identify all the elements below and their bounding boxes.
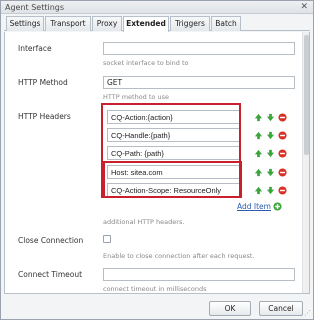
ok-button[interactable]: OK <box>209 301 251 316</box>
http-method-hint: HTTP method to use <box>103 93 169 101</box>
move-up-icon[interactable] <box>254 113 263 122</box>
add-icon[interactable] <box>273 202 282 211</box>
extended-panel: Interface socket interface to bind to HT… <box>4 32 310 294</box>
move-up-icon[interactable] <box>254 131 263 140</box>
tab-batch[interactable]: Batch <box>211 16 241 31</box>
scrollbar[interactable] <box>302 32 309 293</box>
add-item-link[interactable]: Add Item <box>237 202 271 211</box>
tab-triggers[interactable]: Triggers <box>170 16 210 31</box>
interface-label: Interface <box>18 44 52 53</box>
tab-settings[interactable]: Settings <box>6 16 44 31</box>
title-bar[interactable]: Agent Settings ✕ <box>1 1 313 14</box>
connect-timeout-hint: connect timeout in milliseconds <box>103 285 207 293</box>
http-headers-hint: additional HTTP headers. <box>103 218 185 226</box>
remove-icon[interactable] <box>278 168 287 177</box>
tab-extended[interactable]: Extended <box>123 16 169 32</box>
scrollbar-thumb[interactable] <box>304 35 309 155</box>
tab-transport[interactable]: Transport <box>45 16 91 31</box>
interface-hint: socket interface to bind to <box>103 59 189 67</box>
cancel-button[interactable]: Cancel <box>259 301 303 316</box>
move-down-icon[interactable] <box>266 168 275 177</box>
move-up-icon[interactable] <box>254 186 263 195</box>
close-connection-hint: Enable to close connection after each re… <box>103 252 255 260</box>
remove-icon[interactable] <box>278 113 287 122</box>
close-connection-label: Close Connection <box>18 236 84 245</box>
connect-timeout-input[interactable] <box>103 268 295 281</box>
connect-timeout-label: Connect Timeout <box>18 270 83 279</box>
tab-proxy[interactable]: Proxy <box>92 16 122 31</box>
move-down-icon[interactable] <box>266 186 275 195</box>
remove-icon[interactable] <box>278 149 287 158</box>
move-up-icon[interactable] <box>254 168 263 177</box>
http-method-input[interactable] <box>103 76 295 89</box>
agent-settings-dialog: Agent Settings ✕ Settings Transport Prox… <box>0 0 314 320</box>
tab-bar: Settings Transport Proxy Extended Trigge… <box>4 16 310 32</box>
dialog-title: Agent Settings <box>5 3 65 12</box>
move-down-icon[interactable] <box>266 131 275 140</box>
resize-grip-icon[interactable]: ⋰ <box>304 309 311 317</box>
remove-icon[interactable] <box>278 131 287 140</box>
close-connection-checkbox[interactable] <box>103 235 111 243</box>
http-method-label: HTTP Method <box>18 78 68 87</box>
http-headers-label: HTTP Headers <box>18 112 71 121</box>
move-up-icon[interactable] <box>254 149 263 158</box>
interface-input[interactable] <box>103 42 295 55</box>
highlight-box <box>103 161 242 198</box>
move-down-icon[interactable] <box>266 113 275 122</box>
move-down-icon[interactable] <box>266 149 275 158</box>
remove-icon[interactable] <box>278 186 287 195</box>
close-icon[interactable]: ✕ <box>300 2 308 12</box>
